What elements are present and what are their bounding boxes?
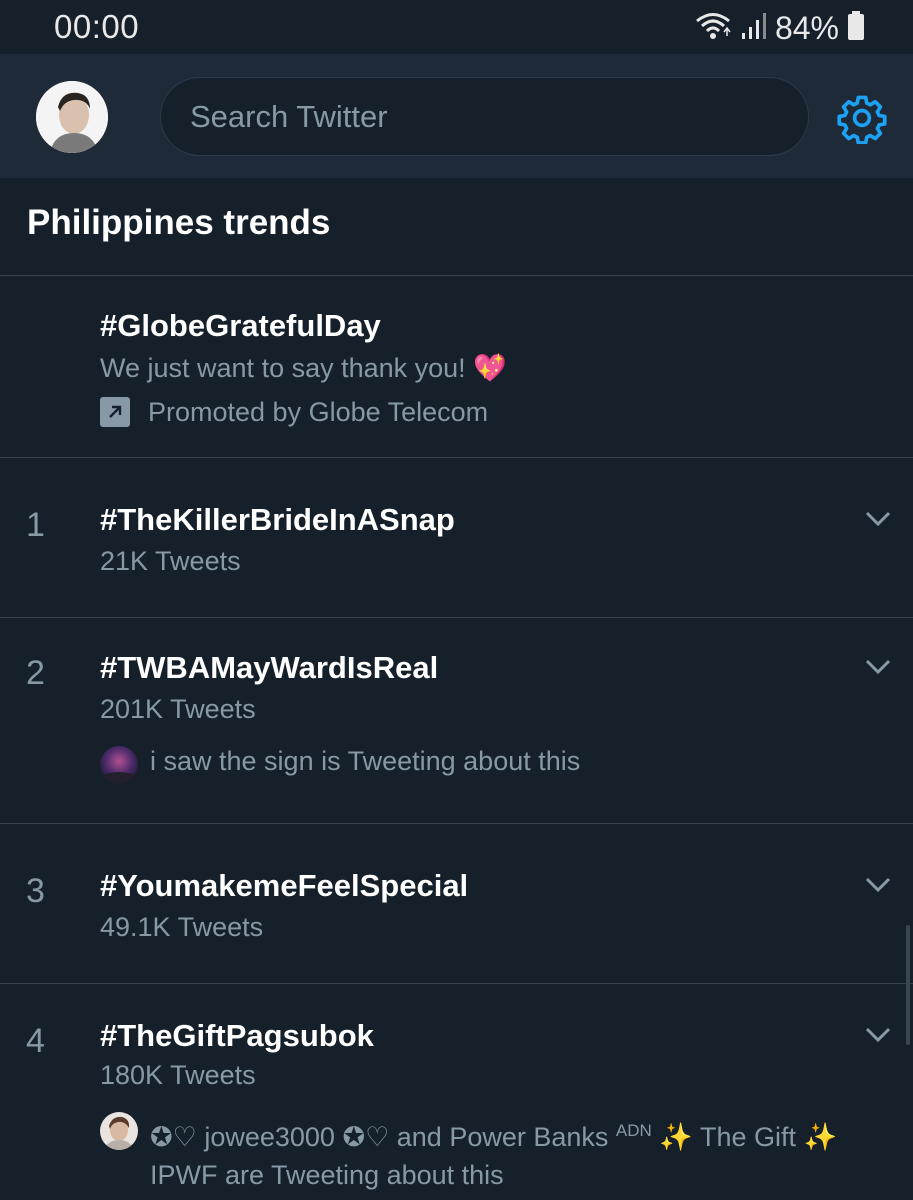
sparkling-heart-icon: 💖: [473, 353, 507, 383]
chevron-down-icon[interactable]: [864, 658, 892, 676]
search-input[interactable]: [188, 97, 808, 136]
scrollbar[interactable]: [906, 925, 910, 1045]
avatar[interactable]: [36, 81, 108, 153]
context-line-2: IPWF are Tweeting about this: [150, 1160, 504, 1190]
settings-gear-icon[interactable]: [836, 92, 888, 145]
battery-icon: [847, 10, 865, 46]
trend-description-text: We just want to say thank you!: [100, 353, 466, 383]
battery-percent: 84%: [774, 9, 839, 46]
context-gift-text: ✨ The Gift ✨: [659, 1122, 838, 1152]
status-icons: 84%: [693, 8, 865, 48]
trend-rank: 4: [26, 1022, 45, 1060]
trend-hashtag[interactable]: #TheKillerBrideInASnap: [100, 502, 455, 538]
status-time: 00:00: [54, 8, 140, 45]
avatar: [100, 1112, 138, 1150]
chevron-down-icon[interactable]: [864, 510, 892, 528]
trend-item[interactable]: 4 #TheGiftPagsubok 180K Tweets ✪♡ jowee3…: [0, 984, 913, 1200]
context-superscript: ADN: [615, 1121, 652, 1140]
trend-description: We just want to say thank you! 💖: [100, 352, 507, 384]
trend-context: i saw the sign is Tweeting about this: [100, 746, 580, 784]
trend-hashtag[interactable]: #TWBAMayWardIsReal: [100, 650, 438, 686]
top-app-bar: [0, 54, 913, 178]
promoted-arrow-icon: [100, 397, 130, 427]
promoted-by-text: Promoted by Globe Telecom: [148, 397, 489, 427]
status-bar: 00:00 84%: [0, 0, 913, 54]
signal-icon: [741, 11, 767, 46]
trend-tweet-count: 201K Tweets: [100, 694, 256, 724]
trend-rank: 3: [26, 872, 45, 910]
trend-tweet-count: 180K Tweets: [100, 1060, 256, 1090]
search-bar[interactable]: [160, 77, 809, 156]
trend-hashtag[interactable]: #GlobeGratefulDay: [100, 308, 381, 344]
trend-item[interactable]: 1 #TheKillerBrideInASnap 21K Tweets: [0, 458, 913, 617]
context-names: ✪♡ jowee3000 ✪♡ and Power Banks: [150, 1122, 609, 1152]
trend-rank: 2: [26, 654, 45, 692]
trend-tweet-count: 49.1K Tweets: [100, 912, 264, 942]
section-title: Philippines trends: [27, 203, 331, 242]
chevron-down-icon[interactable]: [864, 1026, 892, 1044]
trend-hashtag[interactable]: #YoumakemeFeelSpecial: [100, 868, 468, 904]
trend-tweet-count: 21K Tweets: [100, 546, 241, 576]
promoted-by: Promoted by Globe Telecom: [100, 397, 488, 428]
trend-item[interactable]: 3 #YoumakemeFeelSpecial 49.1K Tweets: [0, 824, 913, 983]
trend-context: ✪♡ jowee3000 ✪♡ and Power Banks ADN ✨ Th…: [100, 1112, 837, 1194]
trend-rank: 1: [26, 506, 45, 544]
promoted-trend[interactable]: #GlobeGratefulDay We just want to say th…: [0, 276, 913, 457]
trend-hashtag[interactable]: #TheGiftPagsubok: [100, 1018, 374, 1054]
trend-context-text: ✪♡ jowee3000 ✪♡ and Power Banks ADN ✨ Th…: [150, 1112, 837, 1194]
avatar: [100, 746, 138, 784]
trend-context-text: i saw the sign is Tweeting about this: [150, 746, 581, 776]
trend-item[interactable]: 2 #TWBAMayWardIsReal 201K Tweets i saw t…: [0, 618, 913, 823]
wifi-icon: [693, 10, 733, 47]
chevron-down-icon[interactable]: [864, 876, 892, 894]
